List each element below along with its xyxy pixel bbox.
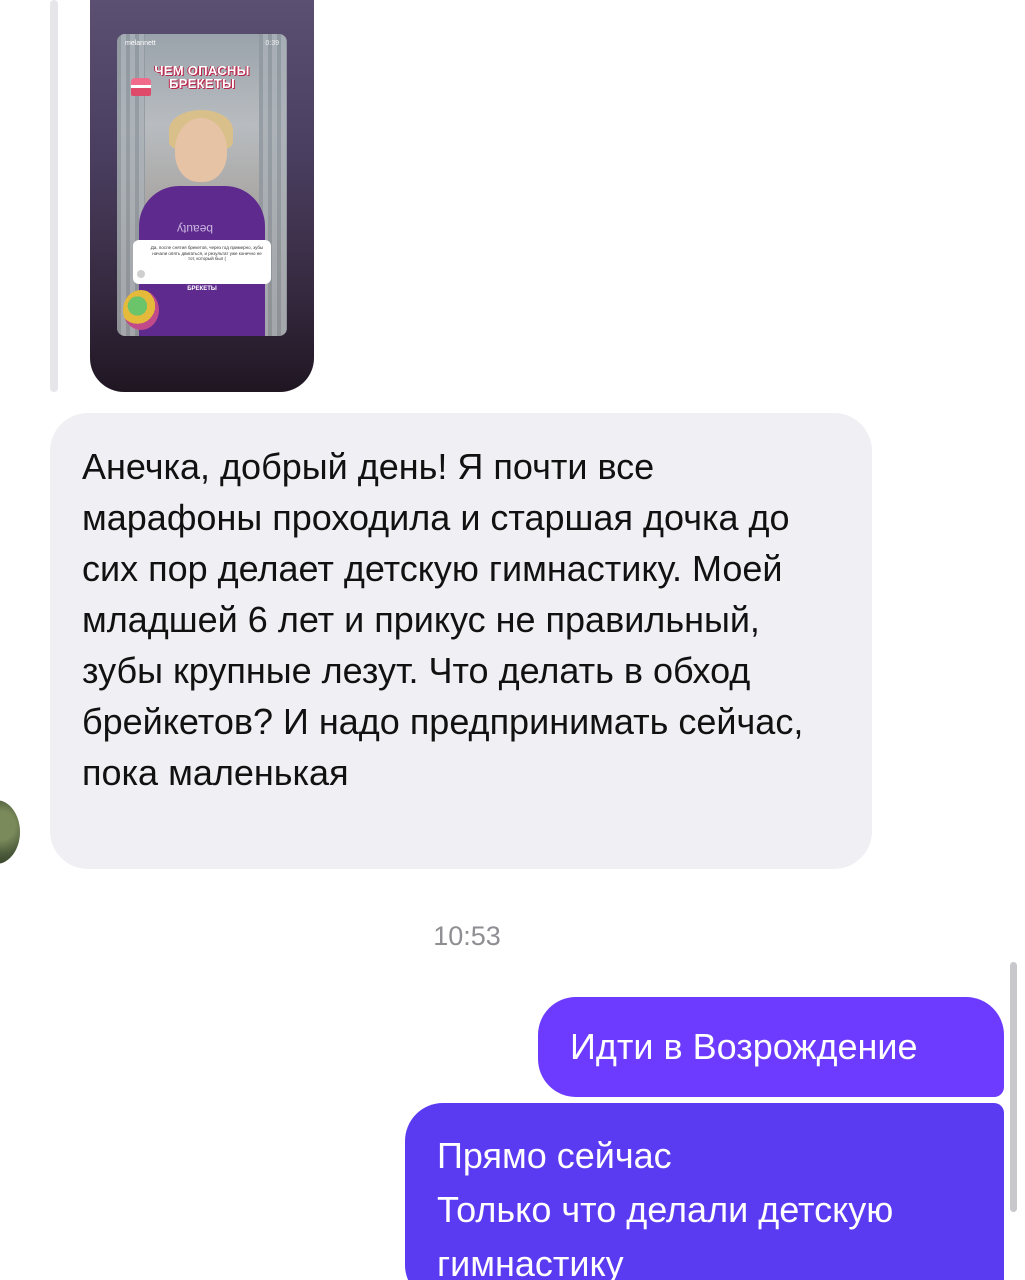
outgoing-message-bubble[interactable]: Прямо сейчас Только что делали детскую г… [405,1103,1004,1280]
story-reply-preview[interactable]: beauty melannett 0:39 ЧЕМ ОПАСНЫ БРЕКЕТЫ… [90,0,314,392]
outgoing-message-text: Идти в Возрождение [570,1026,918,1067]
toy-icon [123,290,159,330]
shirt-print-text: beauty [177,222,214,236]
message-timestamp: 10:53 [433,921,501,951]
story-username: melannett [125,40,156,47]
chat-thread: beauty melannett 0:39 ЧЕМ ОПАСНЫ БРЕКЕТЫ… [0,0,1025,1280]
outgoing-message-bubble[interactable]: Идти в Возрождение [538,997,1004,1097]
story-title: ЧЕМ ОПАСНЫ БРЕКЕТЫ [117,64,287,90]
outgoing-message-line: Только что делали детскую [437,1189,894,1230]
story-title-line2: БРЕКЕТЫ [168,76,236,91]
scrollbar[interactable] [1010,962,1017,1212]
reply-indicator-bar [50,0,58,392]
story-person-face [175,118,227,182]
quote-avatar-icon [137,270,145,278]
story-thumbnail: beauty melannett 0:39 ЧЕМ ОПАСНЫ БРЕКЕТЫ… [117,34,287,336]
outgoing-message-line: Прямо сейчас [437,1135,672,1176]
outgoing-message-line: гимнастику [437,1243,624,1280]
story-duration: 0:39 [265,40,279,47]
story-quote-card: Да, после снятия брекетов, через год при… [133,240,271,284]
avatar[interactable] [0,800,20,864]
incoming-message-bubble[interactable]: Анечка, добрый день! Я почти все марафон… [50,413,872,869]
incoming-message-text: Анечка, добрый день! Я почти все марафон… [82,446,804,793]
story-quote-text: Да, после снятия брекетов, через год при… [150,245,264,261]
